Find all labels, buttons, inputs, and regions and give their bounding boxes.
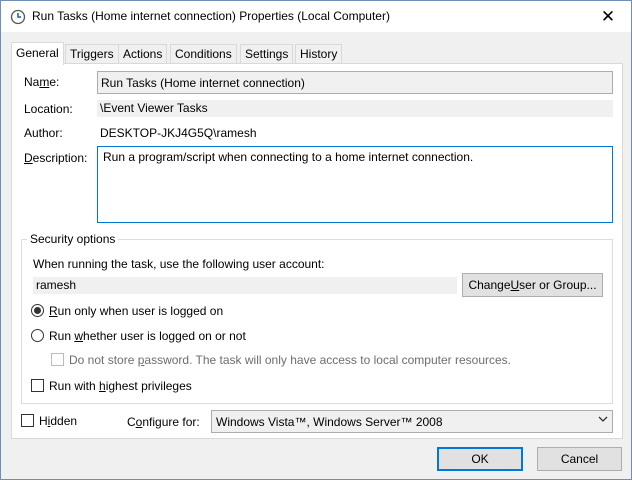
tab-actions[interactable]: Actions <box>118 44 168 64</box>
general-tab-panel: Name: Run Tasks (Home internet connectio… <box>11 63 623 439</box>
location-label: Location: <box>24 102 73 116</box>
ok-button[interactable]: OK <box>437 447 523 471</box>
name-field[interactable]: Run Tasks (Home internet connection) <box>97 71 613 94</box>
do-not-store-password-label: Do not store password. The task will onl… <box>69 353 511 367</box>
run-whether-logged-on-radio[interactable] <box>31 329 44 342</box>
user-account-value: ramesh <box>33 277 457 294</box>
window-title: Run Tasks (Home internet connection) Pro… <box>32 9 390 23</box>
tab-general[interactable]: General <box>11 42 64 65</box>
account-prompt: When running the task, use the following… <box>33 257 325 271</box>
close-button[interactable]: ✕ <box>585 1 631 32</box>
clock-icon <box>10 9 26 25</box>
run-only-logged-on-label[interactable]: Run only when user is logged on <box>49 304 223 318</box>
configure-for-label: Configure for: <box>127 415 200 429</box>
title-bar[interactable]: Run Tasks (Home internet connection) Pro… <box>1 1 631 32</box>
name-label: Name: <box>24 75 60 89</box>
tab-conditions[interactable]: Conditions <box>170 44 237 64</box>
run-only-logged-on-radio[interactable] <box>31 304 44 317</box>
hidden-label[interactable]: Hidden <box>39 414 77 428</box>
chevron-down-icon <box>598 414 608 427</box>
cancel-button[interactable]: Cancel <box>537 447 622 471</box>
tab-settings[interactable]: Settings <box>240 44 294 64</box>
hidden-checkbox[interactable] <box>21 414 34 427</box>
do-not-store-password-checkbox[interactable] <box>51 353 64 366</box>
description-label: Description: <box>24 151 88 165</box>
properties-dialog: Run Tasks (Home internet connection) Pro… <box>0 0 632 480</box>
author-label: Author: <box>24 126 63 140</box>
tab-history[interactable]: History <box>295 44 343 64</box>
author-value: DESKTOP-JKJ4G5Q\ramesh <box>100 126 257 140</box>
run-highest-privileges-label[interactable]: Run with highest privileges <box>49 379 192 393</box>
security-options-title: Security options <box>27 232 119 246</box>
configure-for-value: Windows Vista™, Windows Server™ 2008 <box>216 415 443 429</box>
description-textarea[interactable]: Run a program/script when connecting to … <box>97 146 613 223</box>
location-value: \Event Viewer Tasks <box>97 100 613 117</box>
change-user-or-group-button[interactable]: Change User or Group... <box>462 273 603 297</box>
configure-for-dropdown[interactable]: Windows Vista™, Windows Server™ 2008 <box>211 410 613 433</box>
run-highest-privileges-checkbox[interactable] <box>31 379 44 392</box>
tab-triggers[interactable]: Triggers <box>65 44 119 64</box>
run-whether-logged-on-label[interactable]: Run whether user is logged on or not <box>49 329 246 343</box>
radio-selected-dot <box>34 307 41 314</box>
